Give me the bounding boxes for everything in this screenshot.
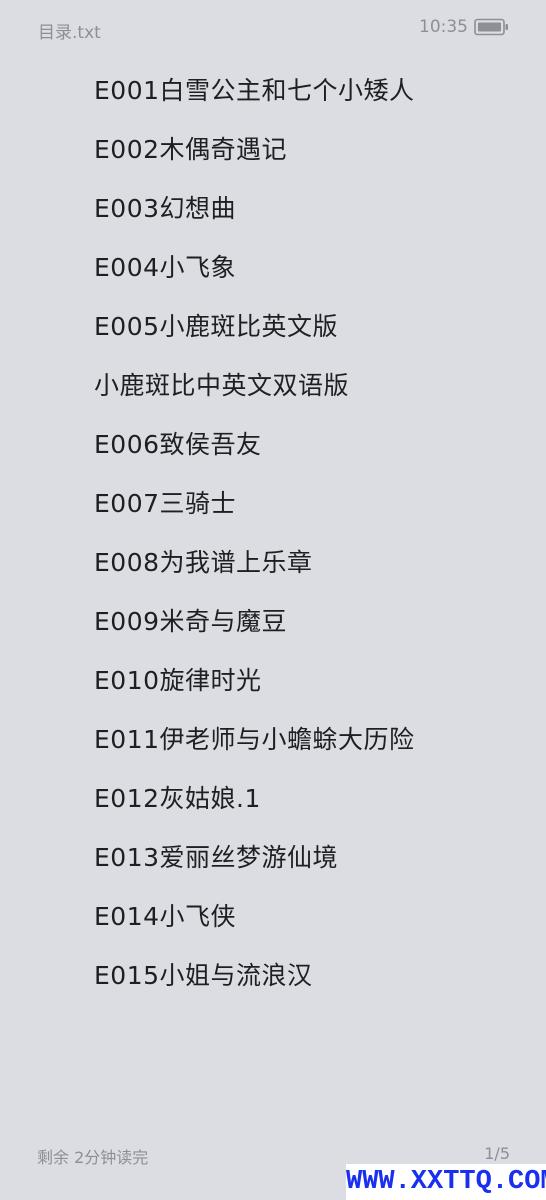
status-bar: 目录.txt 10:35 bbox=[0, 0, 546, 58]
toc-list: E001白雪公主和七个小矮人 E002木偶奇遇记 E003幻想曲 E004小飞象… bbox=[94, 61, 524, 1005]
toc-item[interactable]: E012灰姑娘.1 bbox=[94, 769, 524, 828]
site-watermark: WWW.XXTTQ.COM bbox=[346, 1164, 546, 1200]
toc-item[interactable]: E013爱丽丝梦游仙境 bbox=[94, 828, 524, 887]
toc-item[interactable]: E002木偶奇遇记 bbox=[94, 120, 524, 179]
toc-item[interactable]: E005小鹿斑比英文版 bbox=[94, 297, 524, 356]
toc-item[interactable]: E006致侯吾友 bbox=[94, 415, 524, 474]
toc-item[interactable]: E007三骑士 bbox=[94, 474, 524, 533]
clock: 10:35 bbox=[419, 17, 468, 37]
toc-item[interactable]: E003幻想曲 bbox=[94, 179, 524, 238]
toc-item[interactable]: E009米奇与魔豆 bbox=[94, 592, 524, 651]
file-name: 目录.txt bbox=[38, 23, 101, 43]
toc-item[interactable]: E011伊老师与小蟾蜍大历险 bbox=[94, 710, 524, 769]
toc-item[interactable]: E008为我谱上乐章 bbox=[94, 533, 524, 592]
reading-time-remaining: 剩余 2分钟读完 bbox=[37, 1148, 149, 1167]
toc-item[interactable]: E010旋律时光 bbox=[94, 651, 524, 710]
toc-item[interactable]: E001白雪公主和七个小矮人 bbox=[94, 61, 524, 120]
toc-item[interactable]: E004小飞象 bbox=[94, 238, 524, 297]
toc-item[interactable]: E014小飞侠 bbox=[94, 887, 524, 946]
battery-icon bbox=[474, 18, 508, 36]
page-indicator: 1/5 bbox=[484, 1144, 510, 1163]
toc-item[interactable]: 小鹿斑比中英文双语版 bbox=[94, 356, 524, 415]
status-right: 10:35 bbox=[419, 17, 510, 37]
toc-item[interactable]: E015小姐与流浪汉 bbox=[94, 946, 524, 1005]
